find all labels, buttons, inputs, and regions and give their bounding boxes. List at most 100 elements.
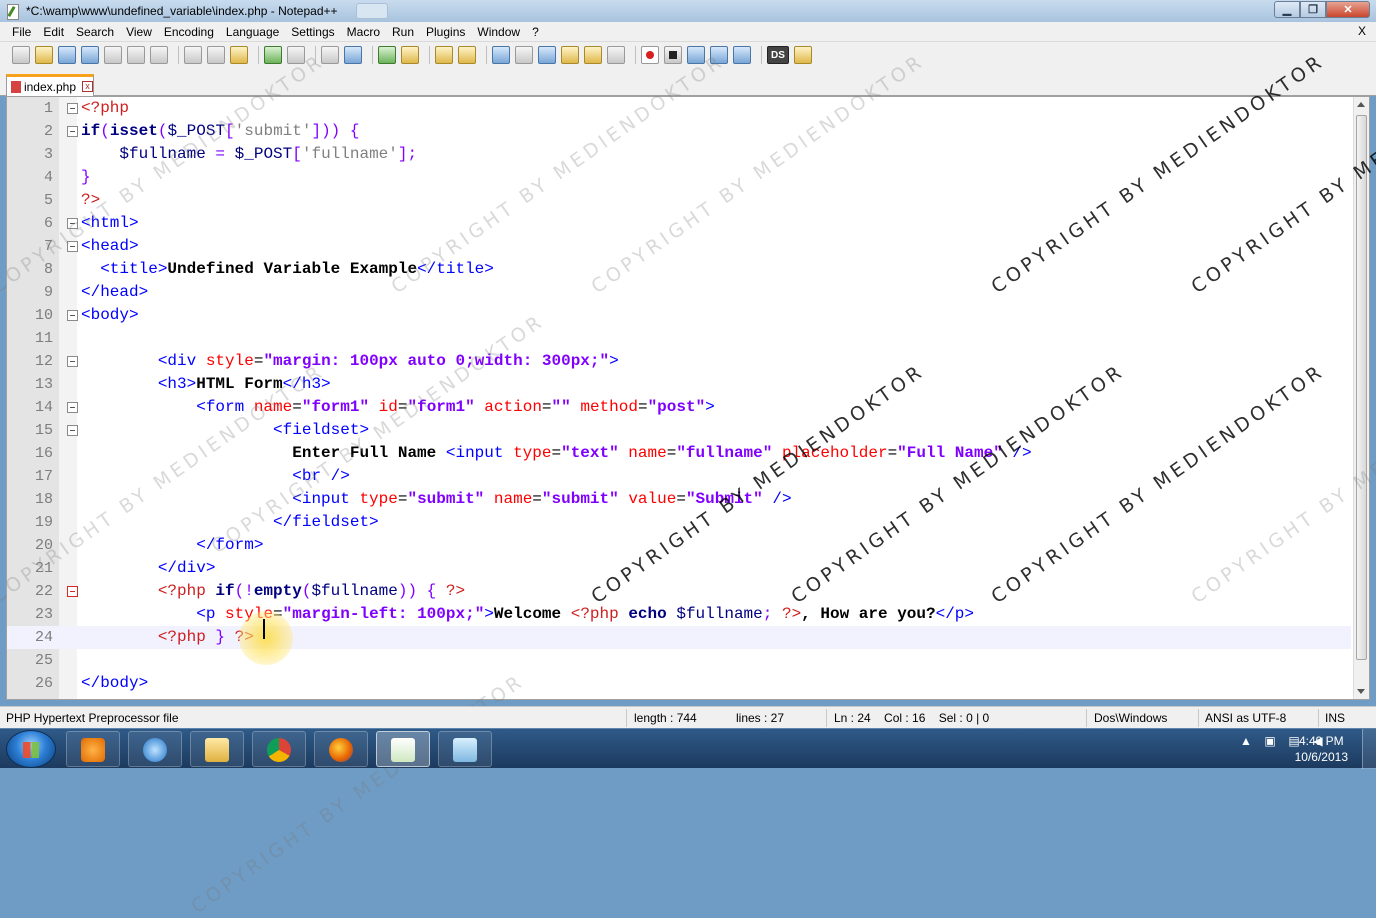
fold-toggle-icon[interactable] [67, 402, 78, 413]
paste-icon[interactable] [230, 46, 248, 64]
sync-horizontal-icon[interactable] [458, 46, 476, 64]
code-line[interactable]: 23 <p style="margin-left: 100px;">Welcom… [7, 603, 1351, 626]
code-line[interactable]: 1 <?php [7, 97, 1351, 120]
start-button[interactable] [6, 730, 56, 768]
fold-toggle-icon[interactable] [67, 126, 78, 137]
code-line[interactable]: 8 <title>Undefined Variable Example</tit… [7, 258, 1351, 281]
fold-toggle-icon[interactable] [67, 586, 78, 597]
menu-item-help[interactable]: ? [526, 25, 545, 39]
code-line[interactable]: 5 ?> [7, 189, 1351, 212]
scrollbar-thumb[interactable] [1356, 115, 1367, 660]
menu-item-edit[interactable]: Edit [37, 25, 70, 39]
code-line[interactable]: 6 <html> [7, 212, 1351, 235]
usb-device-icon[interactable]: ▣ [1262, 733, 1278, 749]
code-line[interactable]: 26 </body> [7, 672, 1351, 695]
save-all-icon[interactable] [81, 46, 99, 64]
fold-toggle-icon[interactable] [67, 218, 78, 229]
sync-vertical-icon[interactable] [435, 46, 453, 64]
undo-icon[interactable] [264, 46, 282, 64]
code-line[interactable]: 10 <body> [7, 304, 1351, 327]
code-line[interactable]: 18 <input type="submit" name="submit" va… [7, 488, 1351, 511]
fold-toggle-icon[interactable] [67, 310, 78, 321]
function-list-icon[interactable] [607, 46, 625, 64]
tab-index-php[interactable]: index.php x [6, 74, 94, 96]
code-line[interactable]: 13 <h3>HTML Form</h3> [7, 373, 1351, 396]
menu-item-window[interactable]: Window [471, 25, 526, 39]
code-line[interactable]: 12 <div style="margin: 100px auto 0;widt… [7, 350, 1351, 373]
code-line[interactable]: 24 <?php } ?> [7, 626, 1351, 649]
play-macro-icon[interactable] [687, 46, 705, 64]
fold-toggle-icon[interactable] [67, 425, 78, 436]
code-line[interactable]: 11 [7, 327, 1351, 350]
taskbar-internet-explorer[interactable] [128, 731, 182, 767]
open-file-icon[interactable] [35, 46, 53, 64]
print-icon[interactable] [150, 46, 168, 64]
menu-item-view[interactable]: View [120, 25, 158, 39]
save-macro-icon[interactable] [733, 46, 751, 64]
taskbar-chrome[interactable] [252, 731, 306, 767]
show-desktop-button[interactable] [1362, 729, 1376, 769]
user-language-icon[interactable] [561, 46, 579, 64]
copy-icon[interactable] [207, 46, 225, 64]
run-macro-multiple-icon[interactable] [710, 46, 728, 64]
minimize-button[interactable]: ▁ [1274, 1, 1300, 18]
scroll-down-icon[interactable] [1357, 689, 1365, 694]
indent-guide-icon[interactable] [538, 46, 556, 64]
code-line[interactable]: 9 </head> [7, 281, 1351, 304]
code-line[interactable]: 17 <br /> [7, 465, 1351, 488]
taskbar-notepad-plus-plus[interactable] [376, 731, 430, 767]
taskbar-notepad[interactable] [438, 731, 492, 767]
show-hidden-icons-icon[interactable]: ▲ [1238, 733, 1254, 749]
code-line[interactable]: 25 [7, 649, 1351, 672]
code-line[interactable]: 16 Enter Full Name <input type="text" na… [7, 442, 1351, 465]
close-document-button[interactable]: X [1358, 24, 1366, 38]
menu-item-file[interactable]: File [6, 25, 37, 39]
code-line[interactable]: 7 <head> [7, 235, 1351, 258]
code-line[interactable]: 22 <?php if(!empty($fullname)) { ?> [7, 580, 1351, 603]
doc-map-icon[interactable] [584, 46, 602, 64]
code-line[interactable]: 21 </div> [7, 557, 1351, 580]
code-line[interactable]: 20 </form> [7, 534, 1351, 557]
menu-item-language[interactable]: Language [220, 25, 285, 39]
find-icon[interactable] [321, 46, 339, 64]
taskbar-clock[interactable]: 4:49 PM 10/6/2013 [1295, 733, 1348, 765]
word-wrap-icon[interactable] [492, 46, 510, 64]
new-file-icon[interactable] [12, 46, 30, 64]
menu-item-encoding[interactable]: Encoding [158, 25, 220, 39]
close-all-icon[interactable] [127, 46, 145, 64]
close-file-icon[interactable] [104, 46, 122, 64]
taskbar-media-player[interactable] [66, 731, 120, 767]
code-line[interactable]: 15 <fieldset> [7, 419, 1351, 442]
plugin-icon[interactable] [794, 46, 812, 64]
maximize-button[interactable]: ❐ [1300, 1, 1326, 18]
save-icon[interactable] [58, 46, 76, 64]
replace-icon[interactable] [344, 46, 362, 64]
close-tab-icon[interactable]: x [82, 81, 93, 92]
fold-toggle-icon[interactable] [67, 103, 78, 114]
record-macro-icon[interactable] [641, 46, 659, 64]
ds-plugin-button[interactable]: DS [767, 46, 789, 64]
menu-item-settings[interactable]: Settings [285, 25, 340, 39]
zoom-in-icon[interactable] [378, 46, 396, 64]
menu-item-search[interactable]: Search [70, 25, 120, 39]
zoom-out-icon[interactable] [401, 46, 419, 64]
redo-icon[interactable] [287, 46, 305, 64]
fold-toggle-icon[interactable] [67, 356, 78, 367]
menu-item-run[interactable]: Run [386, 25, 420, 39]
fold-toggle-icon[interactable] [67, 241, 78, 252]
show-all-characters-icon[interactable] [515, 46, 533, 64]
code-editor[interactable]: 1 <?php 2 if(isset($_POST['submit'])) {3 $f… [6, 96, 1370, 700]
close-window-button[interactable]: ✕ [1326, 1, 1370, 18]
code-line[interactable]: 3 $fullname = $_POST['fullname']; [7, 143, 1351, 166]
taskbar-firefox[interactable] [314, 731, 368, 767]
cut-icon[interactable] [184, 46, 202, 64]
code-line[interactable]: 2 if(isset($_POST['submit'])) { [7, 120, 1351, 143]
vertical-scrollbar[interactable] [1353, 97, 1369, 699]
menu-item-plugins[interactable]: Plugins [420, 25, 471, 39]
stop-recording-icon[interactable] [664, 46, 682, 64]
code-line[interactable]: 14 <form name="form1" id="form1" action=… [7, 396, 1351, 419]
code-line[interactable]: 4} [7, 166, 1351, 189]
code-line[interactable]: 19 </fieldset> [7, 511, 1351, 534]
menu-item-macro[interactable]: Macro [341, 25, 386, 39]
scroll-up-icon[interactable] [1357, 102, 1365, 107]
